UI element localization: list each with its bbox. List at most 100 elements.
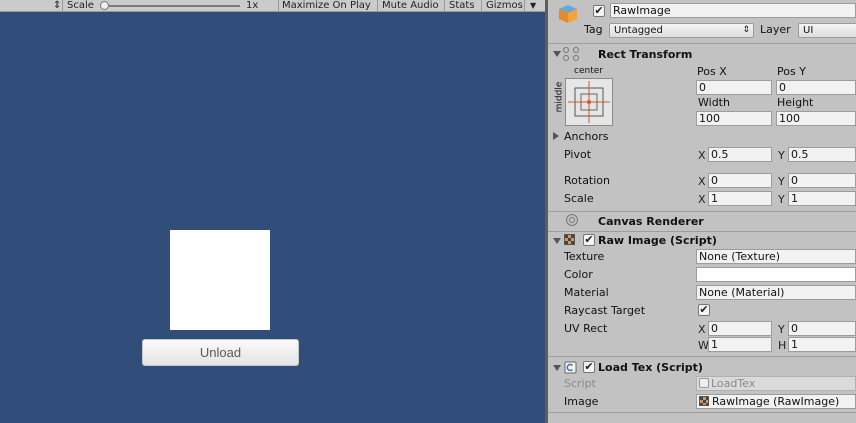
layer-value: UI [803, 25, 814, 36]
mute-audio-toggle[interactable]: Mute Audio [382, 0, 439, 12]
section-separator [548, 231, 856, 232]
uv-y-prefix: Y [778, 323, 785, 336]
rect-transform-title: Rect Transform [598, 48, 693, 61]
raw-image-display [170, 230, 270, 330]
scale-label: Scale [564, 192, 594, 205]
game-view: ⇕ Scale 1x Maximize On Play Mute Audio S… [0, 0, 545, 423]
pivot-y-field[interactable]: 0.5 [788, 147, 856, 162]
toolbar-divider [481, 0, 482, 12]
gizmos-toggle[interactable]: Gizmos [486, 0, 523, 12]
script-label: Script [564, 377, 596, 390]
script-field: LoadTex [696, 376, 856, 391]
uv-rect-label: UV Rect [564, 322, 608, 335]
layer-dropdown[interactable]: UI [798, 23, 856, 38]
canvas-renderer-title: Canvas Renderer [598, 215, 704, 228]
pivot-label: Pivot [564, 148, 592, 161]
anchor-preset-icon [568, 81, 610, 123]
anchor-horizontal-label: center [574, 66, 603, 76]
scale-y-field[interactable]: 1 [788, 191, 856, 206]
layer-label: Layer [760, 23, 791, 36]
uv-w-field[interactable]: 1 [708, 337, 772, 352]
uv-y-field[interactable]: 0 [788, 321, 856, 336]
image-reference-value: RawImage (RawImage) [712, 395, 840, 408]
gameobject-active-checkbox[interactable]: ✔ [593, 5, 605, 17]
pos-y-field[interactable]: 0 [776, 80, 856, 95]
dropdown-arrows-icon: ⇕ [742, 25, 750, 35]
anchors-foldout-icon[interactable] [553, 132, 559, 140]
pivot-x-field[interactable]: 0.5 [708, 147, 772, 162]
scale-value: 1x [246, 0, 259, 11]
anchor-vertical-label: middle [554, 81, 565, 113]
scale-y-prefix: Y [778, 193, 785, 206]
raw-image-component-icon [564, 234, 575, 245]
anchor-presets-button[interactable] [565, 78, 613, 126]
section-separator [548, 412, 856, 413]
rotation-label: Rotation [564, 174, 611, 187]
color-label: Color [564, 268, 593, 281]
canvas-renderer-icon [565, 213, 579, 227]
pivot-x-prefix: X [698, 149, 706, 162]
inspector-panel: ✔ RawImage Tag Untagged ⇕ Layer UI Rect … [548, 0, 856, 423]
section-separator [548, 43, 856, 44]
height-label: Height [777, 96, 814, 109]
tag-value: Untagged [614, 25, 663, 36]
uv-h-field[interactable]: 1 [788, 337, 856, 352]
scale-x-field[interactable]: 1 [708, 191, 772, 206]
uv-h-prefix: H [778, 339, 787, 352]
pivot-y-prefix: Y [778, 149, 785, 162]
texture-field[interactable]: None (Texture) [696, 249, 856, 264]
uv-x-prefix: X [698, 323, 706, 336]
material-label: Material [564, 286, 609, 299]
tag-label: Tag [584, 23, 603, 36]
unload-button[interactable]: Unload [142, 339, 299, 366]
toolbar-divider [278, 0, 279, 12]
rect-transform-icon [562, 46, 580, 62]
csharp-script-icon [564, 361, 577, 374]
load-tex-title: Load Tex (Script) [598, 361, 703, 374]
image-label: Image [564, 395, 599, 408]
load-tex-enabled-checkbox[interactable]: ✔ [583, 361, 595, 373]
texture-label: Texture [564, 250, 605, 263]
uv-x-field[interactable]: 0 [708, 321, 772, 336]
raw-image-foldout-icon[interactable] [553, 238, 561, 244]
width-label: Width [698, 96, 730, 109]
maximize-on-play-toggle[interactable]: Maximize On Play [282, 0, 371, 12]
raycast-target-label: Raycast Target [564, 304, 646, 317]
scale-slider-thumb[interactable] [100, 1, 109, 10]
scale-x-prefix: X [698, 193, 706, 206]
height-field[interactable]: 100 [776, 111, 856, 126]
gameobject-name-field[interactable]: RawImage [610, 3, 856, 18]
script-value: LoadTex [711, 377, 756, 390]
rect-transform-foldout-icon[interactable] [553, 51, 561, 57]
toolbar-divider [62, 0, 63, 12]
color-swatch-field[interactable] [696, 267, 856, 282]
stats-toggle[interactable]: Stats [449, 0, 475, 12]
raw-image-enabled-checkbox[interactable]: ✔ [583, 234, 595, 246]
pos-x-field[interactable]: 0 [696, 80, 772, 95]
load-tex-foldout-icon[interactable] [553, 365, 561, 371]
toolbar-divider [377, 0, 378, 12]
image-reference-field[interactable]: RawImage (RawImage) [696, 394, 856, 409]
gameobject-cube-icon [558, 4, 578, 24]
pos-x-label: Pos X [697, 65, 727, 78]
raw-image-reference-icon [699, 396, 709, 406]
rotation-x-field[interactable]: 0 [708, 173, 772, 188]
toolbar-divider [444, 0, 445, 12]
display-dropdown-arrows-icon[interactable]: ⇕ [53, 0, 61, 12]
material-field[interactable]: None (Material) [696, 285, 856, 300]
section-separator [548, 356, 856, 357]
rotation-x-prefix: X [698, 175, 706, 188]
width-field[interactable]: 100 [696, 111, 772, 126]
raw-image-title: Raw Image (Script) [598, 234, 717, 247]
gizmos-dropdown-arrow-icon[interactable]: ▼ [530, 0, 536, 12]
section-separator [548, 211, 856, 212]
pos-y-label: Pos Y [777, 65, 806, 78]
game-toolbar: ⇕ Scale 1x Maximize On Play Mute Audio S… [0, 0, 545, 12]
raycast-target-checkbox[interactable]: ✔ [698, 304, 710, 316]
rotation-y-field[interactable]: 0 [788, 173, 856, 188]
tag-dropdown[interactable]: Untagged ⇕ [609, 23, 754, 38]
toolbar-divider [524, 0, 525, 12]
scale-label: Scale [67, 0, 94, 11]
scale-slider-track[interactable] [102, 5, 240, 7]
anchors-label[interactable]: Anchors [564, 130, 609, 143]
